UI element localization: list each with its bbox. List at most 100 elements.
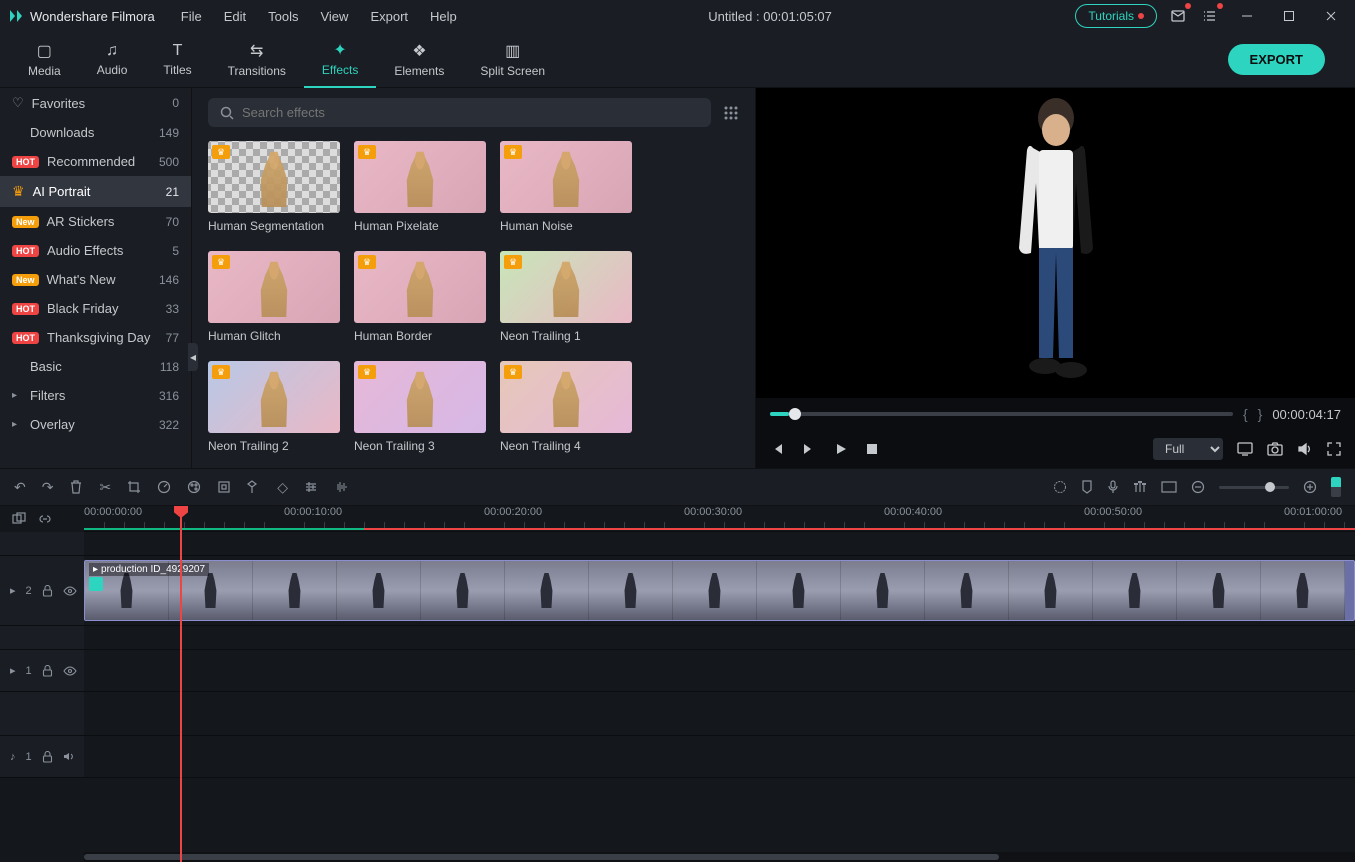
lock-icon[interactable] — [42, 751, 53, 763]
scrub-thumb[interactable] — [789, 408, 801, 420]
sidebar-item-black-friday[interactable]: HOTBlack Friday33 — [0, 294, 191, 323]
zoom-out-button[interactable] — [1191, 480, 1205, 494]
stop-button[interactable] — [866, 443, 878, 455]
mute-icon[interactable] — [63, 751, 76, 762]
tab-elements[interactable]: ❖Elements — [376, 32, 462, 88]
sidebar-collapse-handle[interactable]: ◂ — [188, 343, 198, 371]
menu-view[interactable]: View — [312, 5, 356, 28]
sidebar-item-recommended[interactable]: HOTRecommended500 — [0, 147, 191, 176]
tab-split-screen[interactable]: ▥Split Screen — [462, 32, 563, 88]
color-button[interactable] — [187, 480, 201, 494]
bracket-in-icon[interactable]: { — [1243, 406, 1248, 422]
timeline-scrollbar[interactable] — [84, 852, 1355, 862]
effect-card[interactable]: ♛Neon Trailing 3 — [354, 361, 486, 453]
grid-view-icon[interactable] — [723, 105, 739, 121]
maximize-button[interactable] — [1273, 4, 1305, 28]
effect-card[interactable]: ♛Neon Trailing 2 — [208, 361, 340, 453]
music-icon: ♫ — [106, 42, 118, 60]
zoom-slider[interactable] — [1219, 486, 1289, 489]
aspect-ratio-button[interactable] — [1161, 481, 1177, 493]
keyframe-button[interactable]: ◇ — [277, 479, 288, 496]
sidebar-item-thanksgiving-day[interactable]: HOTThanksgiving Day77 — [0, 323, 191, 352]
sidebar-item-what-s-new[interactable]: NewWhat's New146 — [0, 265, 191, 294]
record-voice-button[interactable] — [1107, 480, 1119, 494]
sidebar-item-audio-effects[interactable]: HOTAudio Effects5 — [0, 236, 191, 265]
timeline-ruler[interactable]: 00:00:00:0000:00:10:0000:00:20:0000:00:3… — [84, 506, 1355, 532]
marker-button[interactable] — [1081, 480, 1093, 494]
message-icon[interactable] — [1167, 5, 1189, 27]
green-screen-button[interactable] — [217, 480, 231, 494]
notification-dot — [1217, 3, 1223, 9]
minimize-button[interactable] — [1231, 4, 1263, 28]
scrollbar-thumb[interactable] — [84, 854, 999, 860]
tutorials-button[interactable]: Tutorials — [1075, 4, 1157, 28]
step-back-button[interactable] — [802, 442, 816, 456]
sidebar-item-ai-portrait[interactable]: ♛AI Portrait21 — [0, 176, 191, 207]
sidebar-item-ar-stickers[interactable]: NewAR Stickers70 — [0, 207, 191, 236]
fullscreen-icon[interactable] — [1327, 442, 1341, 456]
sidebar-item-basic[interactable]: Basic118 — [0, 352, 191, 381]
timeline-action1-button[interactable] — [12, 512, 26, 526]
list-icon[interactable] — [1199, 5, 1221, 27]
preview-video[interactable] — [756, 88, 1355, 398]
crop-button[interactable] — [127, 480, 141, 494]
premium-crown-icon: ♛ — [504, 255, 522, 269]
sidebar-item-overlay[interactable]: ▸Overlay322 — [0, 410, 191, 439]
quality-select[interactable]: Full — [1153, 438, 1223, 460]
render-preview-button[interactable] — [1053, 480, 1067, 494]
sidebar-item-downloads[interactable]: Downloads149 — [0, 118, 191, 147]
bracket-out-icon[interactable]: } — [1258, 406, 1263, 422]
menu-help[interactable]: Help — [422, 5, 465, 28]
tab-transitions[interactable]: ⇆Transitions — [210, 32, 304, 88]
delete-button[interactable] — [69, 480, 83, 494]
audio-waveform-button[interactable] — [334, 480, 350, 494]
effect-card[interactable]: ♛Neon Trailing 1 — [500, 251, 632, 343]
play-button[interactable] — [834, 442, 848, 456]
effect-card[interactable]: ♛Neon Trailing 4 — [500, 361, 632, 453]
tab-audio[interactable]: ♫Audio — [79, 32, 146, 88]
zoom-in-button[interactable] — [1303, 480, 1317, 494]
menu-export[interactable]: Export — [362, 5, 416, 28]
display-icon[interactable] — [1237, 442, 1253, 456]
lock-icon[interactable] — [42, 665, 53, 677]
effect-card[interactable]: ♛Human Noise — [500, 141, 632, 233]
timeline-clip[interactable]: ▸ production ID_4929207 — [84, 560, 1355, 621]
track-body-video1[interactable] — [84, 650, 1355, 691]
playhead[interactable] — [180, 506, 182, 862]
sidebar-item-favorites[interactable]: ♡Favorites0 — [0, 88, 191, 118]
lock-icon[interactable] — [42, 585, 53, 597]
effect-card[interactable]: ♛Human Glitch — [208, 251, 340, 343]
motion-track-button[interactable] — [247, 480, 261, 494]
track-body-audio1[interactable] — [84, 736, 1355, 777]
track-body-video2[interactable]: ▸ production ID_4929207 — [84, 556, 1355, 625]
effect-card[interactable]: ♛Human Border — [354, 251, 486, 343]
split-button[interactable]: ✂ — [99, 479, 111, 496]
speed-button[interactable] — [157, 480, 171, 494]
menu-tools[interactable]: Tools — [260, 5, 306, 28]
redo-button[interactable]: ↷ — [42, 479, 54, 496]
effect-card[interactable]: ♛Human Pixelate — [354, 141, 486, 233]
prev-frame-button[interactable] — [770, 442, 784, 456]
adjust-button[interactable] — [304, 480, 318, 494]
volume-icon[interactable] — [1297, 442, 1313, 456]
timeline-link-button[interactable] — [38, 512, 52, 526]
effect-card[interactable]: ♛Human Segmentation — [208, 141, 340, 233]
tab-titles[interactable]: TTitles — [145, 32, 209, 88]
snapshot-icon[interactable] — [1267, 442, 1283, 456]
search-input[interactable] — [242, 105, 699, 120]
sidebar-item-filters[interactable]: ▸Filters316 — [0, 381, 191, 410]
zoom-thumb[interactable] — [1265, 482, 1275, 492]
visibility-icon[interactable] — [63, 666, 77, 676]
preview-panel: { } 00:00:04:17 Full — [755, 88, 1355, 468]
visibility-icon[interactable] — [63, 586, 77, 596]
menu-file[interactable]: File — [173, 5, 210, 28]
close-button[interactable] — [1315, 4, 1347, 28]
export-button[interactable]: EXPORT — [1228, 44, 1325, 75]
preview-scrubber[interactable] — [770, 412, 1233, 416]
tab-media[interactable]: ▢Media — [10, 32, 79, 88]
undo-button[interactable]: ↶ — [14, 479, 26, 496]
menu-edit[interactable]: Edit — [216, 5, 254, 28]
search-box[interactable] — [208, 98, 711, 127]
audio-mixer-button[interactable] — [1133, 480, 1147, 494]
tab-effects[interactable]: ✦Effects — [304, 32, 376, 88]
